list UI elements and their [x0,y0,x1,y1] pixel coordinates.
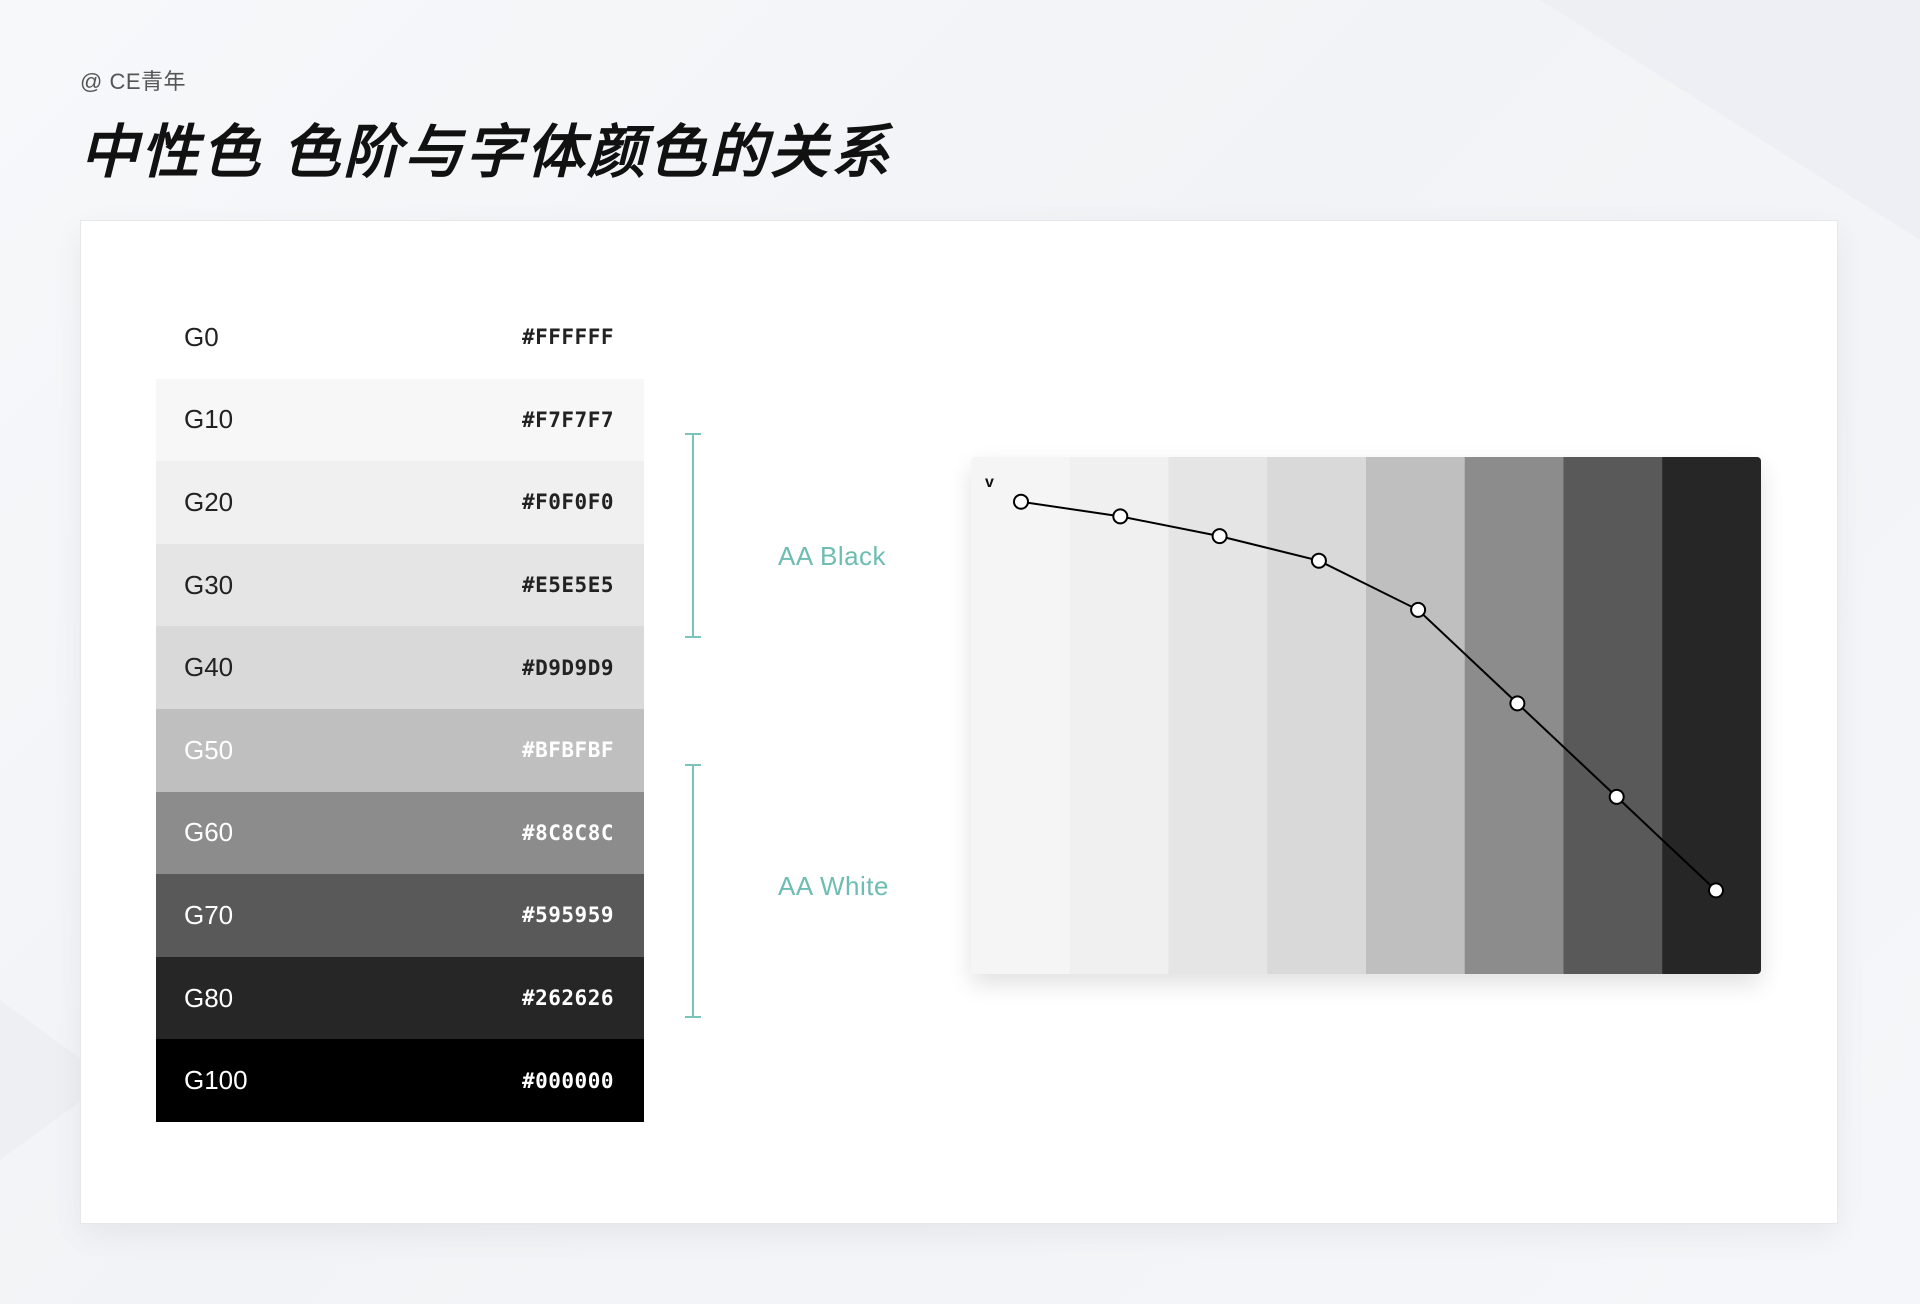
content-card: G0 #FFFFFF G10 #F7F7F7 G20 #F0F0F0 G30 #E5E5E5 G… [80,220,1838,1224]
swatch-name: G40 [184,652,234,683]
swatch-name: G0 [184,321,219,352]
swatch-list: G0 #FFFFFF G10 #F7F7F7 G20 #F0F0F0 G30 #E5E5E5 G… [156,296,644,1122]
curve-point [1608,788,1625,805]
swatch-row: G80 #262626 [156,956,644,1040]
swatch-hex: #D9D9D9 [521,655,614,680]
swatch-name: G30 [184,569,234,600]
swatch-row: G60 #8C8C8C [156,791,644,875]
swatch-row: G30 #E5E5E5 [156,543,644,627]
swatch-hex: #8C8C8C [521,820,614,845]
swatch-hex: #F7F7F7 [521,407,614,432]
curve-point [1509,695,1526,712]
curve-point [1013,493,1029,510]
swatch-hex: #262626 [521,986,614,1011]
curve-point [1708,882,1724,899]
swatch-hex: #E5E5E5 [521,573,614,598]
swatch-name: G20 [184,486,234,517]
curve-column [971,457,1071,974]
swatch-name: G80 [184,982,234,1013]
swatch-name: G60 [184,817,234,848]
swatch-row: G40 #D9D9D9 [156,626,644,709]
swatch-row: G70 #595959 [156,874,644,957]
swatch-hex: #F0F0F0 [521,490,614,515]
background-shape-top-right [1540,0,1920,240]
swatch-row: G50 #BFBFBF [156,708,644,792]
swatch-row: G20 #F0F0F0 [156,461,644,544]
curve-column [1464,457,1564,974]
curve-axis-label: v [985,474,994,491]
curve-point [1310,552,1327,569]
aa-white-label: AA White [778,871,889,901]
curve-columns [971,457,1761,974]
page-title: 中性色 色阶与字体颜色的关系 [80,120,893,185]
swatch-hex: #FFFFFF [521,325,614,350]
aa-black-label: AA Black [778,541,887,571]
curve-column [1069,457,1169,974]
aa-black-bracket [685,433,708,638]
swatch-row: G0 #FFFFFF [156,296,644,379]
swatch-name: G50 [184,734,234,765]
curve-point [1112,508,1129,525]
swatch-name: G10 [184,404,234,435]
aa-white-bracket [685,764,708,1018]
swatch-name: G100 [184,1065,248,1096]
swatch-name: G70 [184,899,234,930]
author-credit: @ CE青年 [80,69,187,94]
curve-point [1410,601,1427,618]
swatch-row: G100 #000000 [156,1039,644,1122]
curve-column [1267,457,1367,974]
curve-point [1211,528,1228,545]
brightness-curve-chart: v [971,457,1761,974]
curve-column [1563,457,1663,974]
swatch-hex: #000000 [521,1068,614,1093]
brightness-curve-panel: v [971,457,1761,974]
curve-column [1366,457,1466,974]
swatch-hex: #595959 [521,903,614,928]
swatch-row: G10 #F7F7F7 [156,378,644,462]
swatch-hex: #BFBFBF [521,738,614,763]
